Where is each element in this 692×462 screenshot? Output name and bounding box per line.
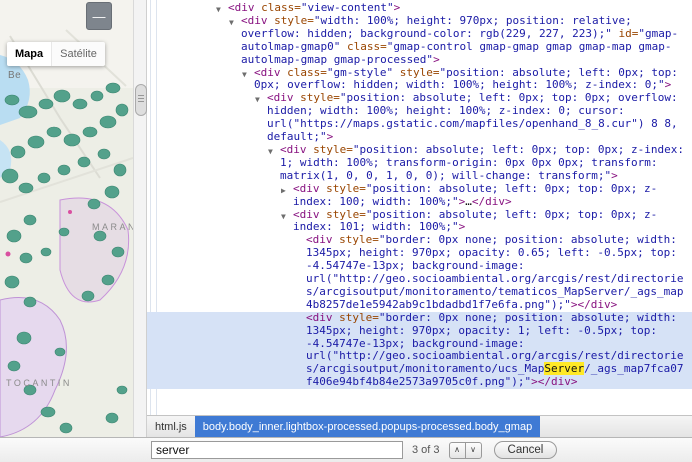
map-place-label-belem: Be <box>8 70 22 81</box>
expand-arrow-open-icon[interactable]: ▼ <box>268 146 273 159</box>
dom-tree-node[interactable]: ▼ <div style="position: absolute; left: 0… <box>147 143 692 183</box>
dom-tree-node[interactable]: ▶ <div style="position: absolute; left: 0… <box>147 182 692 209</box>
map-state-label-tocantins: TOCANTIN <box>6 378 72 388</box>
find-previous-button[interactable]: ∧ <box>448 441 466 459</box>
devtools-elements-panel: ▼ <div class="view-content"> ▼ <div style="… <box>147 0 692 415</box>
dom-tree-node[interactable]: <div style="border: 0px none; position: … <box>147 311 692 390</box>
screenshot-root: Be MARAN TOCANTIN — Mapa Satélite ▼ <div … <box>0 0 692 462</box>
map-control-minus-button[interactable]: — <box>86 2 112 30</box>
match-count: 3 of 3 <box>412 444 440 456</box>
find-nav-buttons: ∧ ∨ <box>448 441 482 459</box>
expand-arrow-open-icon[interactable]: ▼ <box>281 211 286 224</box>
dom-tree-node[interactable]: ▼ <div class="gm-style" style="position: … <box>147 66 692 93</box>
search-input[interactable] <box>151 441 403 459</box>
expand-arrow-collapsed-icon[interactable]: ▶ <box>281 185 286 198</box>
scrollbar-grip-icon <box>138 98 144 99</box>
dom-tree-node[interactable]: <div style="border: 0px none; position: … <box>147 233 692 311</box>
expand-arrow-open-icon[interactable]: ▼ <box>229 17 234 30</box>
find-bar: 3 of 3 ∧ ∨ Cancel <box>0 437 692 462</box>
scrollbar-thumb[interactable] <box>135 84 147 116</box>
find-next-button[interactable]: ∨ <box>464 441 482 459</box>
breadcrumb-body-selected[interactable]: body.body_inner.lightbox-processed.popup… <box>194 416 541 437</box>
expand-arrow-open-icon[interactable]: ▼ <box>255 94 260 107</box>
map-pane[interactable]: Be MARAN TOCANTIN — Mapa Satélite <box>0 0 133 437</box>
dom-tree-node[interactable]: ▼ <div style="position: absolute; left: 0… <box>147 208 692 235</box>
breadcrumb-bar: html.js body.body_inner.lightbox-process… <box>147 415 692 437</box>
vertical-scrollbar[interactable] <box>133 0 147 437</box>
dom-tree-node[interactable]: ▼ <div style="position: absolute; left: 0… <box>147 91 692 144</box>
map-state-label-maranhao: MARAN <box>92 222 133 232</box>
expand-arrow-open-icon[interactable]: ▼ <box>242 69 247 82</box>
breadcrumb-html[interactable]: html.js <box>147 416 195 437</box>
map-type-satelite-button[interactable]: Satélite <box>51 42 105 66</box>
search-match-highlight: Server <box>544 362 585 376</box>
dom-tree-node[interactable]: ▼ <div style="width: 100%; height: 970px;… <box>147 14 692 67</box>
map-type-mapa-button[interactable]: Mapa <box>7 42 52 66</box>
map-type-controls: Mapa Satélite <box>7 42 105 66</box>
dom-tree: ▼ <div class="view-content"> ▼ <div style="… <box>147 1 692 390</box>
cancel-button[interactable]: Cancel <box>493 441 558 459</box>
